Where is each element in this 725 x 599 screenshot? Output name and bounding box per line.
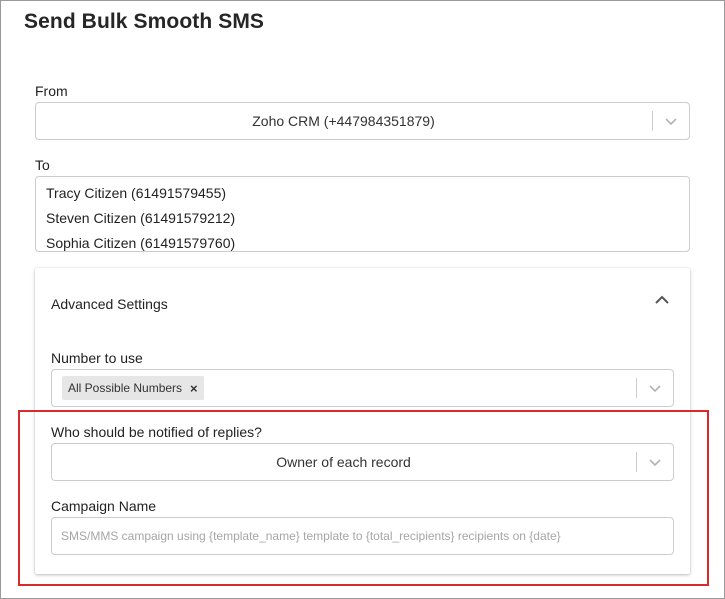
from-label: From: [35, 83, 68, 99]
selected-number-tag: All Possible Numbers ×: [62, 376, 204, 400]
to-recipients-field[interactable]: Tracy Citizen (61491579455) Steven Citiz…: [35, 176, 690, 252]
notify-replies-label: Who should be notified of replies?: [51, 424, 262, 440]
number-to-use-select[interactable]: All Possible Numbers ×: [51, 369, 674, 407]
campaign-name-label: Campaign Name: [51, 498, 157, 514]
to-label: To: [35, 157, 50, 173]
remove-tag-icon[interactable]: ×: [190, 381, 198, 396]
select-separator: [636, 378, 637, 398]
advanced-settings-panel: Advanced Settings Number to use All Poss…: [35, 268, 690, 574]
select-separator: [652, 111, 653, 131]
notify-replies-select[interactable]: Owner of each record: [51, 443, 674, 481]
from-select-value: Zoho CRM (+447984351879): [252, 113, 435, 129]
chevron-down-icon[interactable]: [647, 380, 663, 396]
recipient-item: Sophia Citizen (61491579760): [46, 235, 236, 251]
chevron-up-icon[interactable]: [654, 292, 670, 308]
selected-number-tag-label: All Possible Numbers: [68, 381, 183, 395]
campaign-name-input[interactable]: [51, 517, 674, 555]
chevron-down-icon[interactable]: [663, 113, 679, 129]
number-to-use-label: Number to use: [51, 350, 143, 366]
recipient-item: Steven Citizen (61491579212): [46, 210, 236, 226]
advanced-settings-title[interactable]: Advanced Settings: [51, 296, 168, 312]
recipient-item: Tracy Citizen (61491579455): [46, 185, 227, 201]
page-title: Send Bulk Smooth SMS: [24, 10, 265, 33]
notify-replies-value: Owner of each record: [276, 454, 411, 470]
select-separator: [636, 452, 637, 472]
from-select[interactable]: Zoho CRM (+447984351879): [35, 102, 690, 140]
chevron-down-icon[interactable]: [647, 454, 663, 470]
